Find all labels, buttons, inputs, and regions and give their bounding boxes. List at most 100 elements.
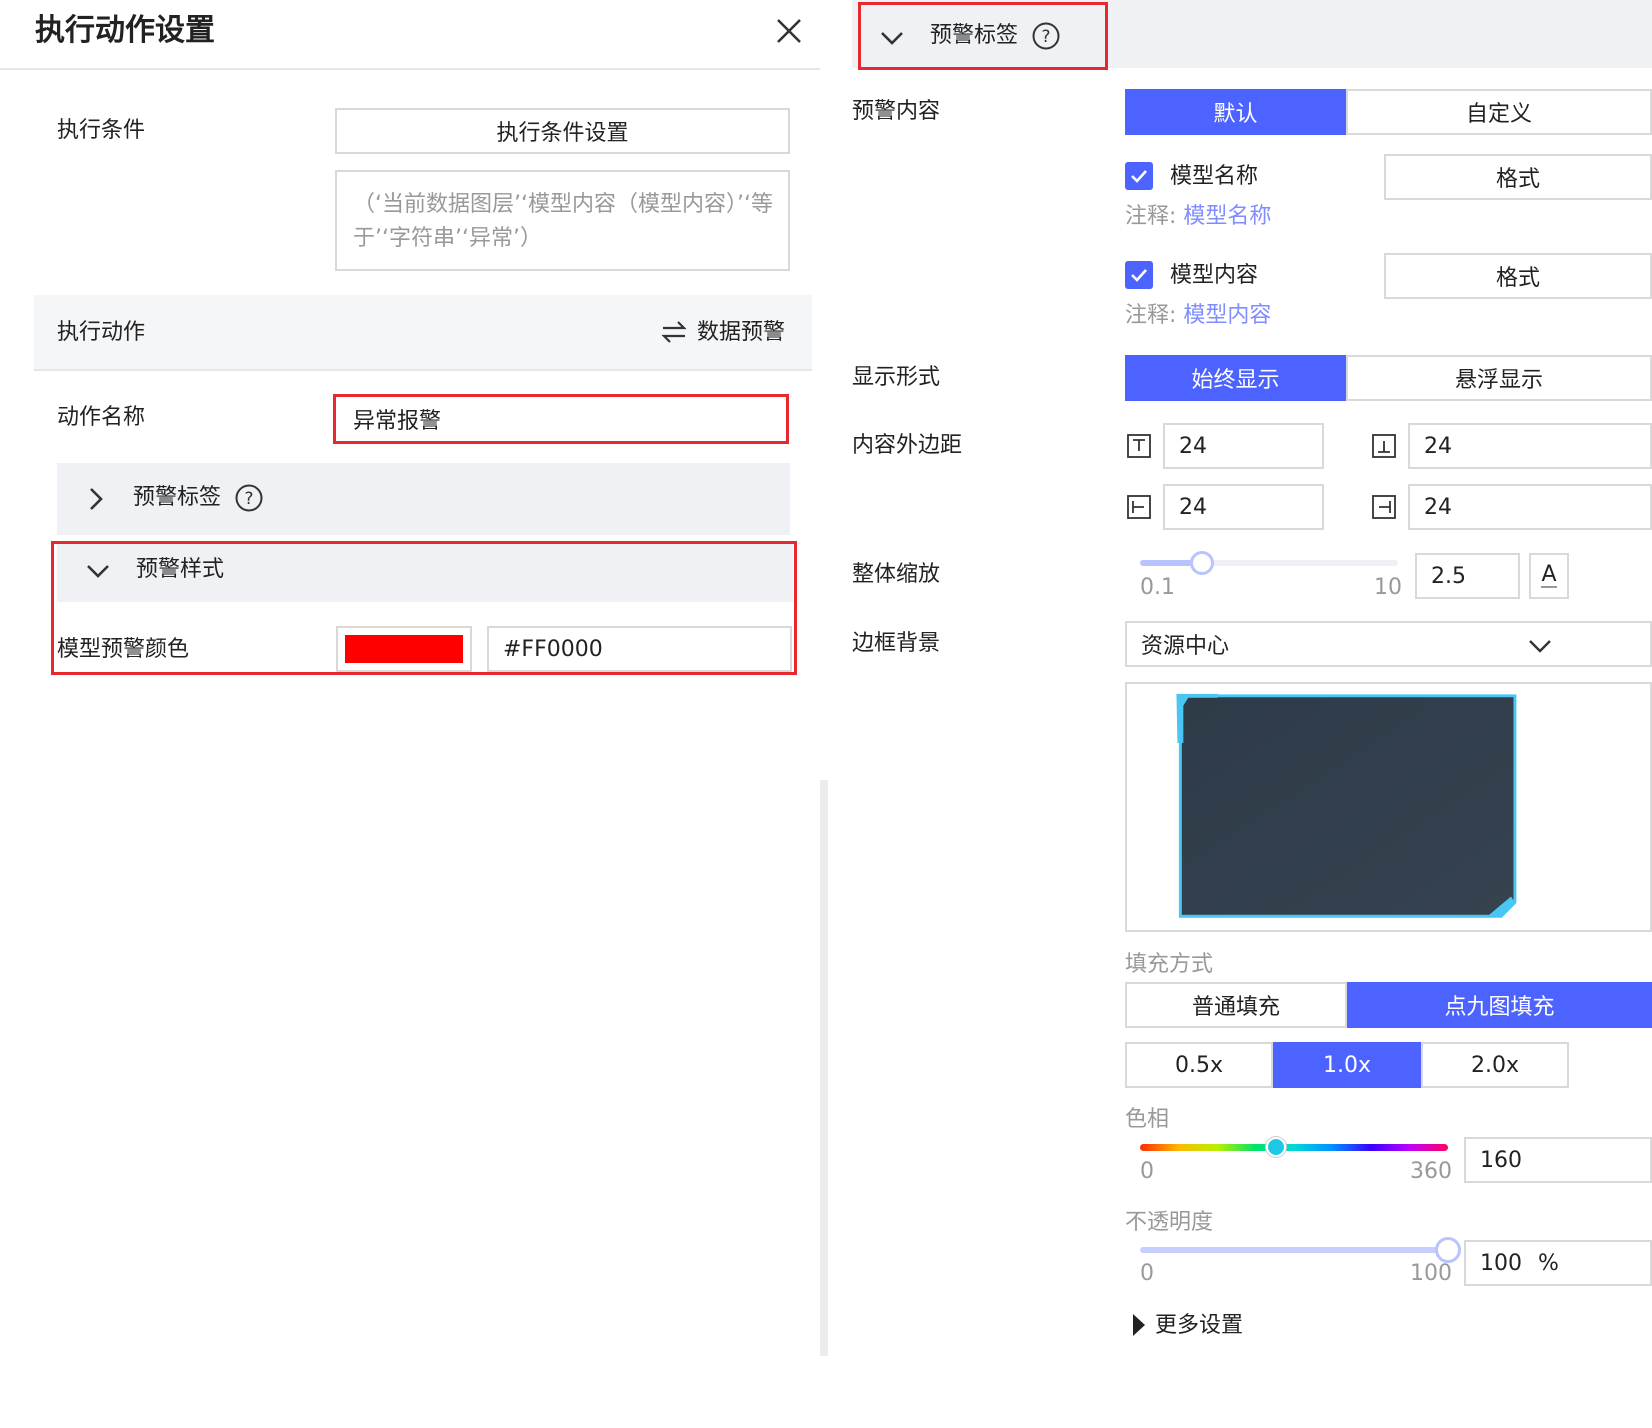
scale-label: 整体缩放 [852,562,941,587]
note-prefix: 注释: [1125,303,1177,328]
border-preview-image [1176,693,1517,918]
border-preview[interactable] [1125,682,1652,932]
more-settings[interactable]: 更多设置 [1155,1315,1243,1337]
display-segmented: 始终显示 悬浮显示 [1125,355,1652,401]
zoom-2-0x-option[interactable]: 2.0x [1421,1042,1569,1088]
warning-label-header-expanded[interactable]: 预警标签 ? [858,2,1108,70]
fill-segmented: 普通填充 点九图填充 [1125,982,1652,1028]
padding-bottom-icon [1372,434,1396,458]
content-custom-option[interactable]: 自定义 [1346,89,1652,135]
model-color-label: 模型预警颜色 [57,637,190,662]
padding-label: 内容外边距 [852,433,963,458]
padding-bottom-value: 24 [1424,433,1452,459]
model-name-format-button[interactable]: 格式 [1384,154,1652,200]
help-icon[interactable]: ? [234,483,264,513]
padding-top-value: 24 [1179,433,1207,459]
display-always-option[interactable]: 始终显示 [1125,355,1346,401]
display-hover-option[interactable]: 悬浮显示 [1346,355,1652,401]
padding-top-icon [1127,434,1151,458]
content-label: 预警内容 [852,99,941,124]
padding-left-icon [1127,495,1151,519]
action-name-label: 动作名称 [57,405,146,430]
warning-label-title: 预警标签 [133,485,222,510]
border-select[interactable]: 资源中心 [1125,621,1652,667]
opacity-label: 不透明度 [1125,1210,1214,1235]
warning-style-header[interactable]: 预警样式 [57,544,793,602]
scale-slider-handle[interactable] [1190,551,1214,575]
padding-left-value: 24 [1179,494,1207,520]
action-label: 执行动作 [57,320,146,345]
color-swatch-button[interactable] [336,626,472,672]
warning-style-title: 预警样式 [136,557,225,582]
fill-label: 填充方式 [1125,952,1214,977]
panel-scrollbar-track[interactable] [820,780,828,1356]
svg-text:?: ? [1041,27,1050,47]
hue-min: 0 [1140,1159,1154,1184]
display-label: 显示形式 [852,365,941,390]
fill-normal-option[interactable]: 普通填充 [1125,982,1347,1028]
hue-label: 色相 [1125,1107,1170,1132]
action-type[interactable]: 数据预警 [697,322,785,344]
model-content-format-button[interactable]: 格式 [1384,253,1652,299]
zoom-1-0x-option[interactable]: 1.0x [1273,1042,1421,1088]
help-icon[interactable]: ? [1031,21,1061,51]
padding-top-input[interactable]: 24 [1163,423,1324,469]
scale-max: 10 [1374,575,1402,600]
padding-right-value: 24 [1424,494,1452,520]
zoom-segmented: 0.5x 1.0x 2.0x [1125,1042,1569,1088]
action-name-input[interactable]: 异常报警 [333,394,789,444]
model-content-item: 模型内容 [1170,263,1259,288]
close-icon[interactable] [772,14,806,48]
hue-slider-handle[interactable] [1266,1137,1286,1157]
hue-slider-track[interactable] [1140,1144,1448,1151]
caret-right-icon[interactable] [1132,1313,1146,1337]
model-name-checkbox[interactable] [1125,162,1153,190]
hue-value: 160 [1480,1147,1522,1173]
opacity-input[interactable]: 100 % [1464,1240,1652,1286]
model-name-note: 注释: 模型名称 [1125,206,1271,228]
model-name-item: 模型名称 [1170,164,1259,189]
left-panel: 执行动作设置 执行条件 执行条件设置 （‘当前数据图层’‘模型内容（模型内容）’… [0,0,820,1428]
scale-input[interactable]: 2.5 [1415,553,1520,599]
zoom-0-5x-option[interactable]: 0.5x [1125,1042,1273,1088]
scale-slider-track[interactable] [1140,560,1398,566]
svg-text:?: ? [244,489,253,509]
color-hex-value: #FF0000 [503,636,603,662]
model-content-checkbox[interactable] [1125,261,1153,289]
hue-max: 360 [1410,1159,1452,1184]
border-label: 边框背景 [852,631,941,656]
scale-value: 2.5 [1431,563,1466,589]
condition-summary: （‘当前数据图层’‘模型内容（模型内容）’‘等于’‘字符串’‘异常’） [335,170,790,271]
opacity-unit: % [1538,1250,1559,1276]
note-value[interactable]: 模型内容 [1183,303,1271,328]
condition-settings-button[interactable]: 执行条件设置 [335,108,790,154]
color-swatch [345,635,463,663]
opacity-slider-track[interactable] [1140,1247,1448,1253]
note-value[interactable]: 模型名称 [1183,204,1271,229]
fill-ninepatch-option[interactable]: 点九图填充 [1347,982,1652,1028]
condition-label: 执行条件 [57,118,146,143]
warning-label-header[interactable]: 预警标签 ? [57,463,790,535]
dialog-title: 执行动作设置 [35,13,215,48]
padding-left-input[interactable]: 24 [1163,484,1324,530]
padding-right-icon [1372,495,1396,519]
condition-summary-text: （‘当前数据图层’‘模型内容（模型内容）’‘等于’‘字符串’‘异常’） [353,192,773,251]
text-scale-icon[interactable]: A [1529,553,1569,599]
content-segmented: 默认 自定义 [1125,89,1652,135]
padding-right-input[interactable]: 24 [1408,484,1652,530]
content-default-option[interactable]: 默认 [1125,89,1346,135]
action-row: 执行动作 数据预警 [34,295,812,371]
padding-bottom-input[interactable]: 24 [1408,423,1652,469]
border-select-value: 资源中心 [1141,634,1230,659]
opacity-min: 0 [1140,1261,1154,1286]
model-content-note: 注释: 模型内容 [1125,305,1271,327]
warning-label-title: 预警标签 [930,23,1019,48]
color-hex-input[interactable]: #FF0000 [487,626,792,672]
hue-input[interactable]: 160 [1464,1137,1652,1183]
chevron-down-icon [85,558,111,584]
panel-separator [820,0,828,780]
opacity-slider-handle[interactable] [1435,1237,1461,1263]
switch-icon[interactable] [661,319,687,345]
scale-min: 0.1 [1140,575,1175,600]
title-divider [0,68,820,70]
